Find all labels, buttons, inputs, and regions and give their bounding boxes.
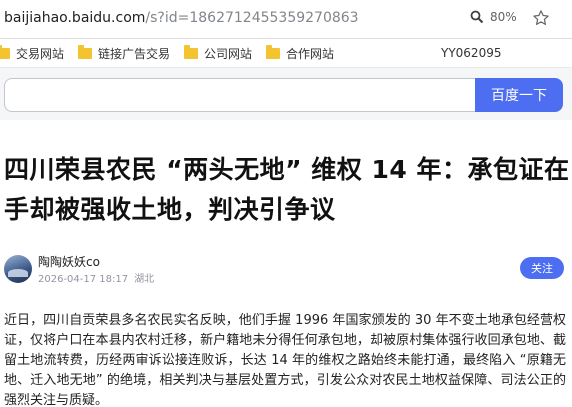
folder-icon <box>184 44 199 59</box>
bookmark-code[interactable]: YY062095 <box>441 46 501 60</box>
bookmark-folder[interactable]: 链接广告交易 <box>78 44 171 62</box>
search-bar: 百度一下 <box>0 68 572 120</box>
url-host: baijiahao.baidu.com <box>4 10 146 26</box>
article-title: 四川荣县农民 “两头无地” 维权 14 年：承包证在手却被强收土地，判决引争议 <box>4 155 570 224</box>
folder-icon <box>0 44 10 59</box>
publish-date: 2026-04-17 18:17 <box>38 274 129 285</box>
bookmark-label: 交易网站 <box>16 46 65 61</box>
search-button[interactable]: 百度一下 <box>475 78 563 112</box>
url-text[interactable]: baijiahao.baidu.com/s?id=186271245535927… <box>4 10 359 26</box>
author-row: 陶陶妖妖co 2026-04-17 18:17 湖北 关注 <box>0 250 572 290</box>
star-icon[interactable] <box>532 9 550 31</box>
bookmark-folder[interactable]: 合作网站 <box>266 44 335 62</box>
article-meta: 2026-04-17 18:17 湖北 <box>38 270 154 285</box>
bookmark-folder[interactable]: 交易网站 <box>0 44 65 62</box>
folder-icon <box>78 44 93 59</box>
article-body: 近日，四川自贡荣县多名农民实名反映，他们手握 1996 年国家颁发的 30 年不… <box>4 313 566 407</box>
url-path: /s?id=1862712455359270863 <box>145 10 359 26</box>
bookmark-label: 链接广告交易 <box>98 46 171 61</box>
address-bar[interactable]: baijiahao.baidu.com/s?id=186271245535927… <box>0 0 572 38</box>
bookmark-label: 合作网站 <box>286 46 335 61</box>
follow-button[interactable]: 关注 <box>520 257 564 279</box>
author-name[interactable]: 陶陶妖妖co <box>38 253 100 270</box>
bookmark-label: 公司网站 <box>204 46 253 61</box>
magnifier-icon <box>470 10 484 24</box>
avatar[interactable] <box>4 255 32 283</box>
search-input[interactable] <box>4 78 476 112</box>
zoom-indicator[interactable]: 80% <box>470 10 517 24</box>
folder-icon <box>266 44 281 59</box>
bookmark-folder[interactable]: 公司网站 <box>184 44 253 62</box>
publish-location: 湖北 <box>134 274 155 285</box>
zoom-level: 80% <box>490 10 517 24</box>
